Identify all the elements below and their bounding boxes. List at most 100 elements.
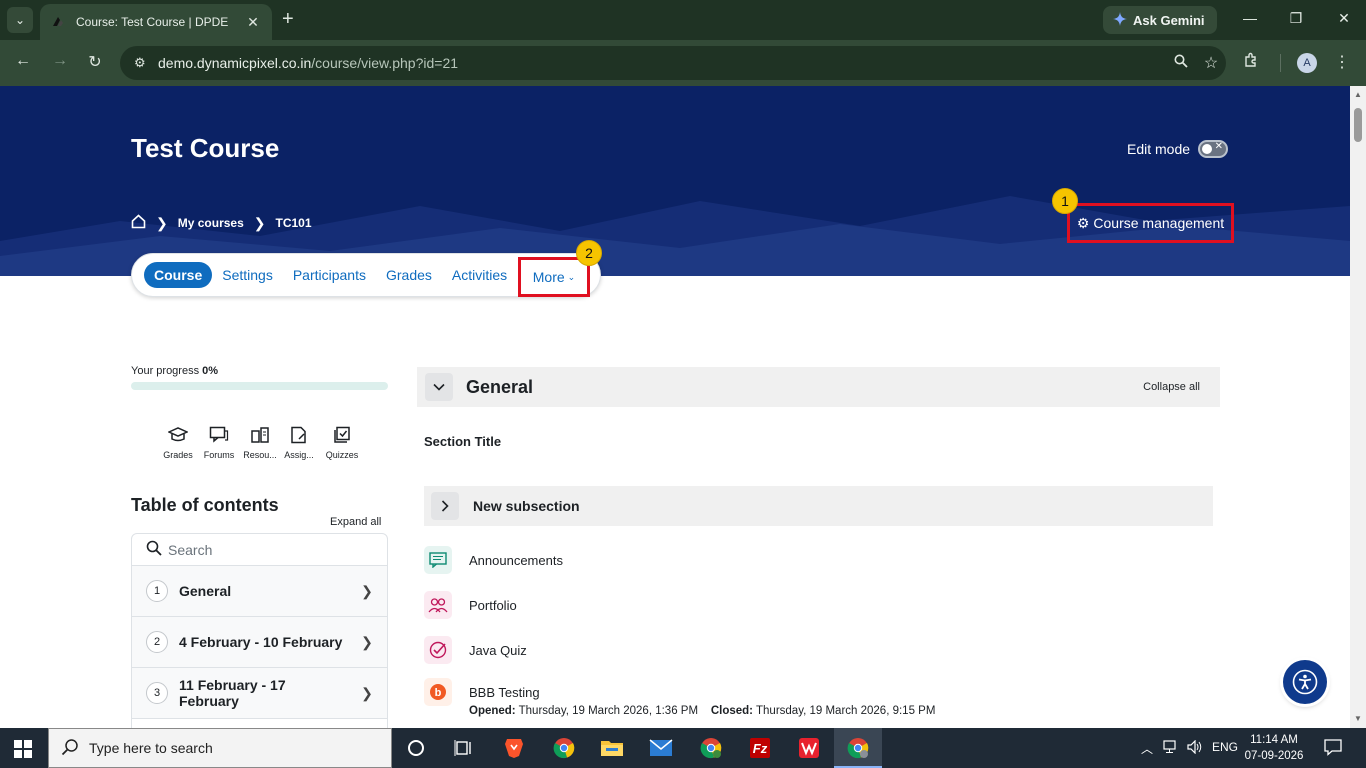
toc-item-week-1[interactable]: 2 4 February - 10 February ❯ <box>132 617 387 668</box>
browser-menu-icon[interactable]: ⋮ <box>1334 52 1350 72</box>
tab-course[interactable]: Course <box>144 262 213 288</box>
tab-settings[interactable]: Settings <box>212 262 283 288</box>
subsection-expand-button[interactable] <box>431 492 459 520</box>
tab-participants[interactable]: Participants <box>283 262 376 288</box>
breadcrumb-my-courses[interactable]: My courses <box>178 216 244 230</box>
toolbar-divider <box>1280 54 1281 72</box>
chevron-right-icon[interactable]: ❯ <box>347 685 387 702</box>
network-icon[interactable] <box>1163 740 1179 757</box>
activity-java-quiz[interactable]: Java Quiz <box>424 636 527 664</box>
activity-portfolio[interactable]: Portfolio <box>424 591 517 619</box>
activity-name[interactable]: Portfolio <box>469 598 517 613</box>
tray-chevron-up-icon[interactable]: ︿ <box>1141 740 1153 757</box>
bbb-dates: Opened: Thursday, 19 March 2026, 1:36 PM… <box>469 705 936 717</box>
people-icon <box>424 591 452 619</box>
edit-mode-label: Edit mode <box>1127 141 1191 157</box>
chrome-icon[interactable] <box>551 736 577 760</box>
back-arrow-icon[interactable]: ← <box>12 52 34 70</box>
chrome-active-icon[interactable] <box>845 736 871 760</box>
notifications-icon[interactable] <box>1324 738 1342 759</box>
minimize-icon[interactable]: — <box>1240 10 1260 26</box>
table-of-contents: Search 1 General ❯ 2 4 February - 10 Feb… <box>131 533 388 728</box>
course-management-button[interactable]: ⚙ Course management <box>1067 203 1234 243</box>
mortarboard-icon <box>156 424 200 446</box>
activity-name[interactable]: Java Quiz <box>469 643 527 658</box>
section-name[interactable]: General <box>466 377 1143 398</box>
toc-item-week-2[interactable]: 3 11 February - 17 February ❯ <box>132 668 387 719</box>
toc-item-general[interactable]: 1 General ❯ <box>132 566 387 617</box>
gear-icon: ⚙ <box>1076 214 1090 231</box>
file-explorer-icon[interactable] <box>599 736 625 760</box>
quick-link-grades[interactable]: Grades <box>156 424 200 460</box>
brave-browser-icon[interactable] <box>501 736 527 760</box>
quick-link-resources[interactable]: Resou... <box>238 424 282 460</box>
ask-gemini-button[interactable]: Ask Gemini <box>1103 6 1217 34</box>
profile-avatar[interactable]: A <box>1297 53 1317 73</box>
new-tab-icon[interactable]: + <box>282 8 294 30</box>
windows-taskbar: Type here to search Fz ︿ ENG 11:14 AM 07… <box>0 728 1366 768</box>
cortana-circle-icon[interactable] <box>403 736 429 760</box>
progress-bar <box>131 382 388 390</box>
toc-item-label: General <box>179 583 232 599</box>
taskbar-clock[interactable]: 11:14 AM 07-09-2026 <box>1244 732 1304 764</box>
scroll-down-icon[interactable]: ▼ <box>1354 714 1362 723</box>
tab-grades[interactable]: Grades <box>376 262 442 288</box>
collapse-all-link[interactable]: Collapse all <box>1143 381 1200 393</box>
window-close-icon[interactable]: ✕ <box>1334 10 1354 27</box>
volume-icon[interactable] <box>1187 739 1203 757</box>
edit-mode-toggle[interactable]: ✕ <box>1198 140 1229 158</box>
browser-tab[interactable]: Course: Test Course | DPDE ✕ <box>40 4 272 40</box>
tab-title: Course: Test Course | DPDE <box>76 15 229 29</box>
chevron-right-icon[interactable]: ❯ <box>347 583 387 600</box>
section-collapse-button[interactable] <box>425 373 453 401</box>
chevron-right-icon[interactable]: ❯ <box>347 634 387 651</box>
tab-activities[interactable]: Activities <box>442 262 517 288</box>
activity-name[interactable]: BBB Testing <box>469 685 540 700</box>
filezilla-icon[interactable]: Fz <box>747 736 773 760</box>
quick-link-forums[interactable]: Forums <box>197 424 241 460</box>
task-view-icon[interactable] <box>451 736 477 760</box>
subsection-name[interactable]: New subsection <box>473 498 580 514</box>
forward-arrow-icon[interactable]: → <box>49 52 71 70</box>
more-label: More <box>532 269 565 285</box>
taskbar-search-input[interactable]: Type here to search <box>48 728 392 768</box>
resources-icon <box>238 424 282 446</box>
tab-search-chevron-icon[interactable]: ⌄ <box>7 7 33 33</box>
browser-tab-bar: ⌄ Course: Test Course | DPDE ✕ + Ask Gem… <box>0 0 1366 40</box>
extensions-puzzle-icon[interactable] <box>1243 52 1259 73</box>
quick-link-assignments[interactable]: Assig... <box>277 424 321 460</box>
windows-start-icon[interactable] <box>14 740 32 763</box>
page-scrollbar[interactable]: ▲ ▼ <box>1350 86 1366 728</box>
expand-all-link[interactable]: Expand all <box>330 516 381 528</box>
quick-link-quizzes[interactable]: Quizzes <box>320 424 364 460</box>
section-title-text: Section Title <box>424 434 502 449</box>
activity-name[interactable]: Announcements <box>469 553 563 568</box>
quiz-icon <box>320 424 364 446</box>
site-info-icon[interactable]: ⚙ <box>134 55 152 71</box>
chrome-profile-icon[interactable] <box>698 736 724 760</box>
tab-close-icon[interactable]: ✕ <box>244 14 262 31</box>
mail-icon[interactable] <box>648 736 674 760</box>
activity-bbb-testing[interactable]: b BBB Testing <box>424 678 540 706</box>
svg-text:Fz: Fz <box>753 741 768 756</box>
scroll-thumb[interactable] <box>1354 108 1362 142</box>
zoom-icon[interactable] <box>1166 54 1196 73</box>
toc-search-input[interactable]: Search <box>132 534 387 566</box>
activity-announcements[interactable]: Announcements <box>424 546 563 574</box>
accessibility-button[interactable] <box>1283 660 1327 704</box>
address-bar[interactable]: ⚙ demo.dynamicpixel.co.in/course/view.ph… <box>120 46 1226 80</box>
toc-item-number: 3 <box>146 682 168 704</box>
clock-date: 07-09-2026 <box>1244 750 1304 762</box>
breadcrumb: ❯ My courses ❯ TC101 <box>131 214 312 232</box>
bookmark-star-icon[interactable]: ☆ <box>1196 53 1226 73</box>
language-indicator[interactable]: ENG <box>1212 740 1238 754</box>
home-icon[interactable] <box>131 214 146 232</box>
breadcrumb-course-code[interactable]: TC101 <box>276 216 312 230</box>
wps-office-icon[interactable] <box>796 736 822 760</box>
scroll-up-icon[interactable]: ▲ <box>1354 90 1362 99</box>
reload-icon[interactable]: ↻ <box>84 52 106 72</box>
assignment-icon <box>277 424 321 446</box>
restore-icon[interactable]: ❐ <box>1286 10 1306 27</box>
toc-item-label: 4 February - 10 February <box>179 634 343 650</box>
tab-more[interactable]: More ⌄ <box>518 257 590 297</box>
